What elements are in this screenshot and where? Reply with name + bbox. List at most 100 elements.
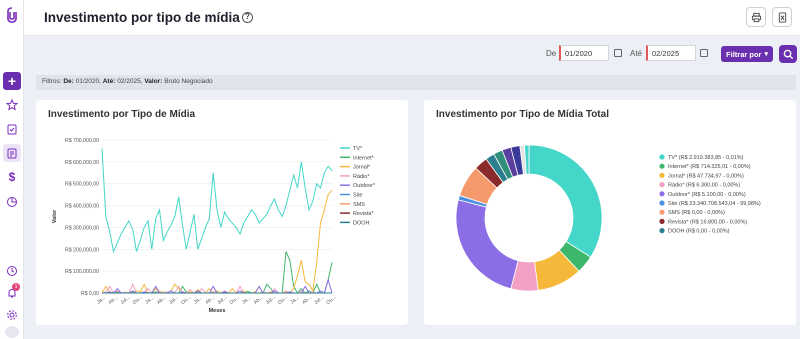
filter-by-label: Filtrar por <box>726 49 762 59</box>
legend-dot <box>659 172 665 178</box>
legend-label: Outdoor* <box>353 183 376 189</box>
y-tick-label: R$ 100,000,00 <box>65 269 99 275</box>
series-line-tv <box>101 148 333 254</box>
calendar-icon[interactable] <box>614 49 622 57</box>
x-tick-label: Ja... <box>241 295 252 306</box>
filter-value-label: Valor: <box>144 78 163 85</box>
x-tick-label: Ab... <box>253 295 265 306</box>
y-tick-label: R$ 400,000,00 <box>65 204 99 210</box>
add-icon[interactable]: + <box>3 72 21 90</box>
donut-chart: TV* (R$ 2.919.383,85 - 0,01%) Internet* (… <box>455 144 761 292</box>
legend-label: SMS <box>353 202 365 208</box>
legend-label: DOOH <box>353 220 370 226</box>
clipboard-icon[interactable] <box>3 120 21 138</box>
printer-icon <box>751 12 761 22</box>
x-tick-label: Jul... <box>265 295 277 306</box>
legend-label: DOOH (R$ 0,00 - 0,00%) <box>668 229 730 235</box>
x-tick-label: Ab... <box>204 295 216 306</box>
bell-icon[interactable]: 1 <box>3 283 21 302</box>
x-tick-label: Ou... <box>180 294 192 306</box>
x-tick-label: Jul... <box>216 295 228 306</box>
filter-to-label: Até: <box>102 78 116 85</box>
y-tick-label: R$ 600,000,00 <box>65 160 99 166</box>
to-label: Até <box>630 49 643 58</box>
y-tick-label: R$ 500,000,00 <box>65 182 99 188</box>
x-tick-label: Jul... <box>168 295 180 306</box>
legend-dot <box>659 209 665 215</box>
page-header: Investimento por tipo de mídia ? <box>24 0 800 36</box>
x-tick-label: Ou... <box>228 294 240 306</box>
clock-icon[interactable] <box>3 262 21 280</box>
legend-dot <box>659 182 665 188</box>
legend-label: Site (R$ 23.340.708.543,04 - 99,98%) <box>668 201 761 207</box>
calendar-icon[interactable] <box>700 49 708 57</box>
legend-label: Jornal* <box>353 165 371 171</box>
series-line-internet <box>102 251 333 294</box>
legend-label: Outdoor* (R$ 5.100,00 - 0,00%) <box>668 192 746 198</box>
donut-slice <box>528 144 603 258</box>
legend-label: Revista* (R$ 16.800,00 - 0,00%) <box>668 219 747 225</box>
active-filters-bar: Filtros: De: 01/2020, Até: 02/2025, Valo… <box>36 75 796 90</box>
pie-chart-icon[interactable] <box>3 193 21 211</box>
x-tick-label: Ou... <box>277 294 289 306</box>
settings-icon[interactable] <box>3 306 21 324</box>
x-tick-label: Ou... <box>325 294 337 306</box>
legend-dot <box>659 191 665 197</box>
sidebar: + $ 1 <box>0 0 24 339</box>
notification-badge: 1 <box>12 283 20 291</box>
avatar[interactable] <box>5 326 19 338</box>
print-button[interactable] <box>746 7 766 27</box>
y-tick-label: R$ 200,000,00 <box>65 247 99 253</box>
y-tick-label: R$ 0,00 <box>81 291 99 297</box>
help-icon[interactable]: ? <box>242 12 253 23</box>
x-tick-label: Ab... <box>156 295 168 306</box>
x-tick-label: Ou... <box>132 294 144 306</box>
legend-label: Revista* <box>353 211 374 217</box>
search-button[interactable] <box>779 45 797 63</box>
legend-dot <box>659 154 665 160</box>
legend-label: Rádio* <box>353 174 370 180</box>
logo-icon[interactable] <box>3 6 21 24</box>
export-excel-button[interactable] <box>772 7 792 27</box>
line-chart-card: Investimento por Tipo de Mídia R$ 0,00 R$… <box>36 100 408 325</box>
legend-dot <box>659 163 665 169</box>
star-icon[interactable] <box>3 96 21 114</box>
filter-from-value: 01/2020, <box>75 78 101 85</box>
legend-dot <box>659 200 665 206</box>
search-icon <box>783 49 793 59</box>
x-tick-label: Ab... <box>108 295 120 306</box>
x-tick-label: Jul... <box>313 295 325 306</box>
y-axis-label: Valor <box>52 209 58 223</box>
legend-dot <box>659 228 665 234</box>
dollar-icon[interactable]: $ <box>3 168 21 186</box>
x-axis-label: Meses <box>209 308 226 314</box>
page-title: Investimento por tipo de mídia <box>44 10 240 25</box>
legend-label: SMS (R$ 0,00 - 0,00%) <box>668 210 725 216</box>
legend-label: Internet* <box>353 155 375 161</box>
legend-label: TV* (R$ 2.919.383,85 - 0,01%) <box>668 155 744 161</box>
series-line-rdio <box>101 283 332 294</box>
x-tick-label: Ab... <box>301 295 313 306</box>
legend-label: Jornal* (R$ 47.734,97 - 0,00%) <box>668 173 744 179</box>
legend-label: Internet* (R$ 714.325,01 - 0,00%) <box>668 164 751 170</box>
line-chart: R$ 0,00 R$ 100,000,00 R$ 200,000,00 R$ 300,… <box>52 138 376 314</box>
legend-label: TV* <box>353 146 363 152</box>
to-date-input[interactable]: 02/2025 <box>646 45 696 61</box>
y-tick-label: R$ 700,000,00 <box>65 138 99 144</box>
x-tick-label: Jul... <box>120 295 132 306</box>
x-tick-label: Ja... <box>144 295 155 306</box>
x-tick-label: Ja... <box>289 295 300 306</box>
report-icon[interactable] <box>3 144 21 162</box>
excel-icon <box>778 11 786 23</box>
legend-label: Rádio* (R$ 6.300,00 - 0,00%) <box>668 183 740 189</box>
y-tick-label: R$ 300,000,00 <box>65 225 99 231</box>
filter-from-label: De: <box>63 78 74 85</box>
filters-prefix: Filtros: <box>42 78 62 85</box>
filter-by-button[interactable]: Filtrar por ▾ <box>721 46 773 62</box>
legend-label: Site <box>353 193 362 199</box>
legend-dot <box>659 218 665 224</box>
chevron-down-icon: ▾ <box>764 51 768 58</box>
filter-to-value: 02/2025, <box>117 78 143 85</box>
donut-slice <box>455 199 519 290</box>
from-date-input[interactable]: 01/2020 <box>559 45 609 61</box>
